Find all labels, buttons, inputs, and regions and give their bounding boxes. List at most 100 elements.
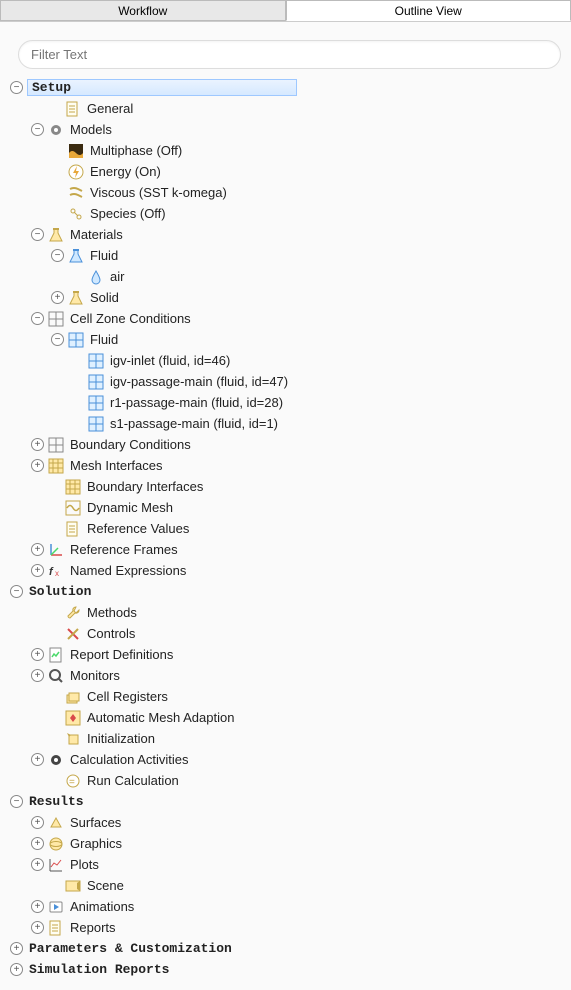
section-results[interactable]: Results [27,794,86,809]
toggle-animations[interactable]: + [31,900,44,913]
toggle-reports[interactable]: + [31,921,44,934]
item-mat-solid[interactable]: Solid [88,290,121,305]
zone-icon [88,353,104,369]
item-surfaces[interactable]: Surfaces [68,815,123,830]
spacer [48,522,61,535]
item-controls[interactable]: Controls [85,626,137,641]
animations-icon [48,899,64,915]
section-params[interactable]: Parameters & Customization [27,941,234,956]
toggle-reportdef[interactable]: + [31,648,44,661]
item-reports[interactable]: Reports [68,920,118,935]
filter-input[interactable] [18,40,561,69]
tab-bar: Workflow Outline View [0,0,571,22]
runcalc-icon [65,773,81,789]
item-monitors[interactable]: Monitors [68,668,122,683]
boundif-icon [65,479,81,495]
tab-workflow[interactable]: Workflow [0,0,286,21]
item-methods[interactable]: Methods [85,605,139,620]
item-runcalc[interactable]: Run Calculation [85,773,181,788]
item-species[interactable]: Species (Off) [88,206,168,221]
air-icon [88,269,104,285]
item-general[interactable]: General [85,101,135,116]
item-mat-fluid[interactable]: Fluid [88,248,120,263]
item-meshif[interactable]: Mesh Interfaces [68,458,165,473]
toggle-graphics[interactable]: + [31,837,44,850]
item-cellreg[interactable]: Cell Registers [85,689,170,704]
toggle-setup[interactable]: − [10,81,23,94]
toggle-surfaces[interactable]: + [31,816,44,829]
toggle-materials[interactable]: − [31,228,44,241]
spacer [48,879,61,892]
general-icon [65,101,81,117]
toggle-results[interactable]: − [10,795,23,808]
czc-icon [48,311,64,327]
toggle-meshif[interactable]: + [31,459,44,472]
section-simrep[interactable]: Simulation Reports [27,962,171,977]
controls-icon [65,626,81,642]
calcact-icon [48,752,64,768]
toggle-simrep[interactable]: + [10,963,23,976]
toggle-monitors[interactable]: + [31,669,44,682]
section-solution[interactable]: Solution [27,584,93,599]
cellreg-icon [65,689,81,705]
spacer [48,480,61,493]
section-setup[interactable]: Setup [27,79,297,96]
item-scene[interactable]: Scene [85,878,126,893]
models-icon [48,122,64,138]
multiphase-icon [68,143,84,159]
item-zone-s1-passage[interactable]: s1-passage-main (fluid, id=1) [108,416,280,431]
namedexpr-icon [48,563,64,579]
item-animations[interactable]: Animations [68,899,136,914]
graphics-icon [48,836,64,852]
toggle-solution[interactable]: − [10,585,23,598]
item-air[interactable]: air [108,269,126,284]
item-boundif[interactable]: Boundary Interfaces [85,479,205,494]
meshif-icon [48,458,64,474]
item-materials[interactable]: Materials [68,227,125,242]
item-zone-igv-inlet[interactable]: igv-inlet (fluid, id=46) [108,353,232,368]
item-refval[interactable]: Reference Values [85,521,191,536]
toggle-models[interactable]: − [31,123,44,136]
scene-icon [65,878,81,894]
item-zone-r1-passage[interactable]: r1-passage-main (fluid, id=28) [108,395,285,410]
item-czc[interactable]: Cell Zone Conditions [68,311,193,326]
species-icon [68,206,84,222]
toggle-plots[interactable]: + [31,858,44,871]
toggle-refframes[interactable]: + [31,543,44,556]
item-namedexpr[interactable]: Named Expressions [68,563,188,578]
item-init[interactable]: Initialization [85,731,157,746]
toggle-czc-fluid[interactable]: − [51,333,64,346]
fluid-icon [68,248,84,264]
item-graphics[interactable]: Graphics [68,836,124,851]
zone-icon [88,416,104,432]
item-czc-fluid[interactable]: Fluid [88,332,120,347]
czc-fluid-icon [68,332,84,348]
item-calcact[interactable]: Calculation Activities [68,752,191,767]
item-refframes[interactable]: Reference Frames [68,542,180,557]
item-viscous[interactable]: Viscous (SST k-omega) [88,185,229,200]
item-bc[interactable]: Boundary Conditions [68,437,193,452]
tab-outline-view[interactable]: Outline View [286,0,571,21]
toggle-czc[interactable]: − [31,312,44,325]
energy-icon [68,164,84,180]
toggle-calcact[interactable]: + [31,753,44,766]
spacer [48,711,61,724]
toggle-bc[interactable]: + [31,438,44,451]
toggle-mat-solid[interactable]: + [51,291,64,304]
zone-icon [88,395,104,411]
toggle-namedexpr[interactable]: + [31,564,44,577]
toggle-mat-fluid[interactable]: − [51,249,64,262]
outline-tree: − Setup General − Models Multiphase (Off… [0,77,571,990]
item-energy[interactable]: Energy (On) [88,164,163,179]
item-dynmesh[interactable]: Dynamic Mesh [85,500,175,515]
methods-icon [65,605,81,621]
zone-icon [88,374,104,390]
toggle-params[interactable]: + [10,942,23,955]
item-models[interactable]: Models [68,122,114,137]
item-zone-igv-passage[interactable]: igv-passage-main (fluid, id=47) [108,374,290,389]
item-automesh[interactable]: Automatic Mesh Adaption [85,710,236,725]
spacer [48,627,61,640]
item-multiphase[interactable]: Multiphase (Off) [88,143,184,158]
item-reportdef[interactable]: Report Definitions [68,647,175,662]
item-plots[interactable]: Plots [68,857,101,872]
